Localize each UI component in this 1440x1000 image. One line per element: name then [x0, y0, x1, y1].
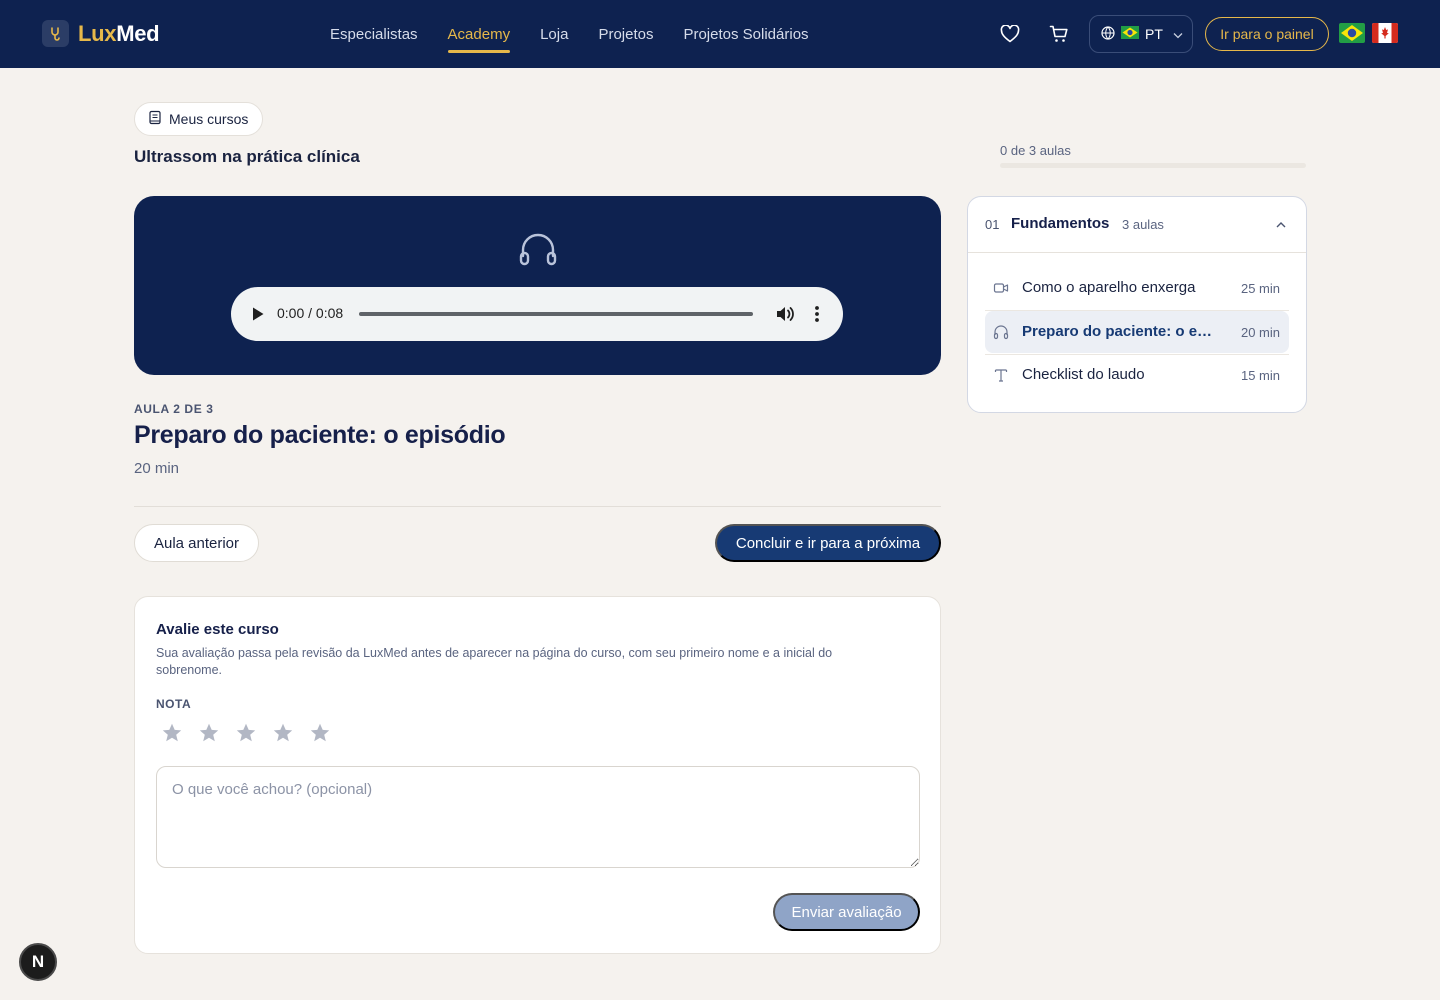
lesson-list-item[interactable]: Checklist do laudo 15 min — [985, 354, 1289, 396]
lesson-kicker: AULA 2 DE 3 — [134, 402, 214, 416]
rating-label: NOTA — [156, 697, 192, 711]
language-code: PT — [1145, 26, 1163, 42]
my-courses-label: Meus cursos — [169, 111, 249, 127]
brand-name-med: Med — [116, 20, 160, 46]
star-rating — [160, 721, 332, 745]
headphones-icon — [993, 324, 1009, 340]
lesson-duration: 20 min — [1240, 325, 1280, 340]
star-icon[interactable] — [271, 721, 295, 745]
cart-icon[interactable] — [1047, 22, 1071, 46]
progress-text: 0 de 3 aulas — [1000, 143, 1071, 158]
book-icon — [148, 110, 162, 128]
nav-item-loja[interactable]: Loja — [540, 0, 568, 68]
flag-canada-icon[interactable] — [1372, 23, 1398, 43]
divider — [134, 506, 941, 507]
chevron-up-icon — [1274, 218, 1288, 232]
star-icon[interactable] — [160, 721, 184, 745]
lesson-list-item[interactable]: Como o aparelho enxerga 25 min — [985, 267, 1289, 309]
top-navigation-bar: LuxMed Especialistas Academy Loja Projet… — [0, 0, 1440, 68]
audio-time: 0:00 / 0:08 — [277, 305, 344, 321]
headphones-icon — [519, 232, 557, 271]
flag-brazil-icon[interactable] — [1339, 23, 1365, 43]
lesson-duration: 20 min — [134, 460, 180, 477]
language-selector[interactable]: PT — [1089, 15, 1193, 53]
review-description: Sua avaliação passa pela revisão da LuxM… — [156, 646, 833, 677]
module-number: 01 — [985, 217, 1000, 232]
brand-logo[interactable]: LuxMed — [42, 20, 160, 47]
module-card: 01 Fundamentos 3 aulas Como o aparelho e… — [967, 196, 1307, 413]
complete-next-button[interactable]: Concluir e ir para a próxima — [715, 524, 941, 562]
module-lesson-count: 3 aulas — [1122, 217, 1164, 232]
my-courses-button[interactable]: Meus cursos — [134, 102, 264, 136]
lesson-name: Checklist do laudo — [1022, 366, 1145, 383]
module-header[interactable]: 01 Fundamentos 3 aulas — [968, 197, 1306, 253]
go-to-panel-button[interactable]: Ir para o painel — [1205, 17, 1329, 51]
nav-item-academy[interactable]: Academy — [447, 0, 510, 68]
module-name: Fundamentos — [1011, 215, 1110, 232]
review-textarea[interactable] — [156, 766, 920, 868]
main-nav: Especialistas Academy Loja Projetos Proj… — [330, 0, 809, 68]
nav-item-projetos[interactable]: Projetos — [598, 0, 653, 68]
n-badge-button[interactable]: N — [19, 943, 57, 981]
heart-icon[interactable] — [998, 22, 1022, 46]
lesson-duration: 15 min — [1240, 368, 1280, 383]
lesson-name: Como o aparelho enxerga — [1022, 279, 1196, 296]
brand-name-lux: Lux — [78, 20, 117, 46]
star-icon[interactable] — [308, 721, 332, 745]
globe-icon — [1101, 25, 1115, 43]
progress-bar — [1000, 163, 1306, 168]
lesson-list-item-active[interactable]: Preparo do paciente: o episódio 20 min — [985, 311, 1289, 353]
video-icon — [993, 280, 1009, 296]
chevron-down-icon — [1173, 26, 1183, 42]
review-card: Avalie este curso Sua avaliação passa pe… — [134, 596, 941, 954]
more-options-icon[interactable] — [809, 304, 825, 324]
nav-item-especialistas[interactable]: Especialistas — [330, 0, 418, 68]
brand-name: LuxMed — [78, 20, 160, 47]
submit-review-button[interactable]: Enviar avaliação — [773, 893, 920, 931]
audio-player-card: 0:00 / 0:08 — [134, 196, 941, 375]
stethoscope-logo-icon — [42, 20, 69, 47]
audio-seek-bar[interactable] — [359, 312, 753, 316]
flag-brazil-small-icon — [1121, 26, 1139, 42]
lesson-name: Preparo do paciente: o episódio — [1022, 323, 1220, 340]
lesson-title: Preparo do paciente: o episódio — [134, 421, 506, 449]
volume-icon[interactable] — [775, 304, 795, 324]
previous-lesson-button[interactable]: Aula anterior — [134, 524, 259, 562]
star-icon[interactable] — [197, 721, 221, 745]
nav-item-projetos-solidarios[interactable]: Projetos Solidários — [683, 0, 808, 68]
text-icon — [993, 367, 1009, 383]
course-title: Ultrassom na prática clínica — [134, 147, 360, 166]
review-title: Avalie este curso — [156, 621, 279, 638]
star-icon[interactable] — [234, 721, 258, 745]
audio-controls: 0:00 / 0:08 — [231, 287, 843, 341]
play-icon[interactable] — [251, 306, 265, 322]
lesson-duration: 25 min — [1240, 281, 1280, 296]
